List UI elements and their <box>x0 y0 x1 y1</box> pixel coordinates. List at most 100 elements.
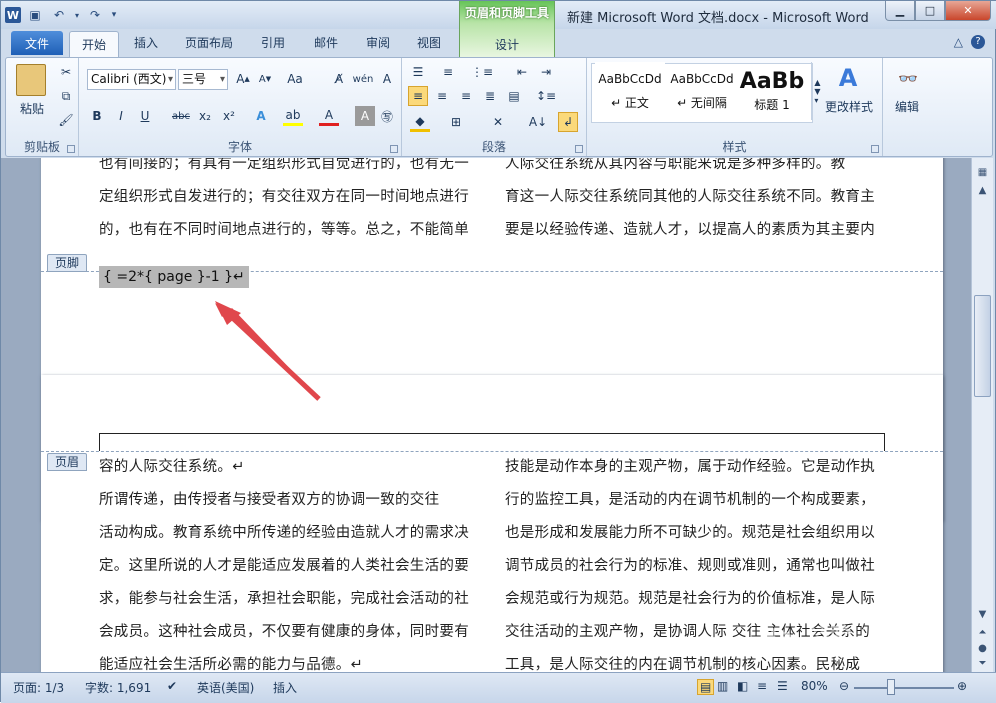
align-center-icon[interactable]: ≡ <box>432 86 452 106</box>
status-language[interactable]: 英语(美国) <box>197 679 254 696</box>
status-words[interactable]: 字数: 1,691 <box>85 679 151 696</box>
full-screen-reading-icon[interactable]: ▥ <box>717 679 728 693</box>
proofing-icon[interactable]: ✔ <box>167 679 177 693</box>
underline-icon[interactable]: U <box>135 106 155 126</box>
cut-icon[interactable]: ✂ <box>56 62 76 82</box>
close-button[interactable]: ✕ <box>945 1 991 21</box>
zoom-out-icon[interactable]: ⊖ <box>839 679 849 693</box>
undo-icon[interactable]: ↶ <box>49 6 69 24</box>
zoom-slider-thumb[interactable] <box>887 679 895 695</box>
font-size-combo[interactable]: 三号 <box>178 69 228 90</box>
vertical-scrollbar[interactable]: ▦ ▲ ▼ ⏶ ● ⏷ <box>971 158 993 672</box>
format-painter-icon[interactable]: 🖌 <box>56 110 76 130</box>
subscript-icon[interactable]: x₂ <box>195 106 215 126</box>
clear-formatting-icon[interactable]: A̸ <box>329 69 349 89</box>
undo-dropdown-icon[interactable]: ▾ <box>73 6 81 24</box>
copy-icon[interactable]: ⧉ <box>56 86 76 106</box>
style-normal[interactable]: AaBbCcDd ↵ 正文 <box>595 62 665 120</box>
tab-insert[interactable]: 插入 <box>134 34 158 51</box>
scroll-thumb[interactable] <box>974 295 991 397</box>
paste-icon[interactable] <box>16 64 46 96</box>
previous-page-icon[interactable]: ⏶ <box>974 624 991 641</box>
document-area[interactable]: 也有间接的；有具有一定组织形式自觉进行的，也有无一 定组织形式自发进行的；有交往… <box>1 158 971 672</box>
save-icon[interactable]: ▣ <box>25 6 45 24</box>
chinese-layout-icon[interactable]: ✕ <box>488 112 508 132</box>
grow-font-icon[interactable]: A ▲ <box>233 69 253 89</box>
justify-icon[interactable]: ≣ <box>480 86 500 106</box>
numbering-icon[interactable]: ≡ <box>438 62 458 82</box>
tab-layout[interactable]: 页面布局 <box>185 34 233 51</box>
change-styles-icon[interactable]: A <box>833 64 863 92</box>
increase-indent-icon[interactable]: ⇥ <box>536 62 556 82</box>
tab-review[interactable]: 审阅 <box>366 34 390 51</box>
draft-icon[interactable]: ☰ <box>777 679 788 693</box>
web-layout-icon[interactable]: ◧ <box>737 679 748 693</box>
word-window: W ▣ ↶ ▾ ↷ ▾ 页眉和页脚工具 新建 Microsoft Word 文档… <box>0 0 996 703</box>
customize-qat-icon[interactable]: ▾ <box>109 6 119 24</box>
styles-launcher-icon[interactable] <box>871 145 879 153</box>
align-left-icon[interactable]: ≡ <box>408 86 428 106</box>
multilevel-list-icon[interactable]: ⋮≡ <box>471 62 493 82</box>
tab-view[interactable]: 视图 <box>417 34 441 51</box>
borders-icon[interactable]: ⊞ <box>446 112 466 132</box>
tab-mailings[interactable]: 邮件 <box>314 34 338 51</box>
highlight-icon[interactable]: ab <box>283 106 303 126</box>
ruler-toggle-icon[interactable]: ▦ <box>974 164 991 181</box>
sort-icon[interactable]: A↓ <box>528 112 548 132</box>
binoculars-icon[interactable]: 👓 <box>893 64 923 92</box>
footer-tab[interactable]: 页脚 <box>47 254 87 272</box>
shrink-font-icon[interactable]: A ▼ <box>255 69 275 89</box>
tab-design[interactable]: 设计 <box>495 36 519 53</box>
scroll-up-icon[interactable]: ▲ <box>974 182 991 199</box>
word-app-icon[interactable]: W <box>5 7 21 23</box>
paste-button-label[interactable]: 粘贴 <box>20 100 44 117</box>
strikethrough-icon[interactable]: abc <box>171 106 191 126</box>
style-heading-1[interactable]: AaBb 标题 1 <box>737 62 807 120</box>
tab-references[interactable]: 引用 <box>261 34 285 51</box>
status-mode[interactable]: 插入 <box>273 679 297 696</box>
minimize-button[interactable]: ▁ <box>885 1 915 21</box>
bold-icon[interactable]: B <box>87 106 107 126</box>
scroll-down-icon[interactable]: ▼ <box>974 606 991 623</box>
character-border-icon[interactable]: A <box>377 69 397 89</box>
font-name-combo[interactable]: Calibri (西文) <box>87 69 176 90</box>
change-styles-label[interactable]: 更改样式 <box>825 98 873 115</box>
body-text-line: 定。这里所说的人才是能适应发展着的人类社会生活的要 <box>99 558 469 574</box>
distributed-icon[interactable]: ▤ <box>504 86 524 106</box>
show-marks-icon[interactable]: ↲ <box>558 112 578 132</box>
redo-icon[interactable]: ↷ <box>85 6 105 24</box>
help-icon[interactable]: ? <box>971 35 985 49</box>
minimize-ribbon-icon[interactable]: △ <box>954 35 963 49</box>
shading-icon[interactable]: ◆ <box>410 112 430 132</box>
align-right-icon[interactable]: ≡ <box>456 86 476 106</box>
tab-file[interactable]: 文件 <box>11 31 63 55</box>
editing-label[interactable]: 编辑 <box>895 98 919 115</box>
zoom-in-icon[interactable]: ⊕ <box>957 679 967 693</box>
line-spacing-icon[interactable]: ↕≡ <box>536 86 556 106</box>
status-page[interactable]: 页面: 1/3 <box>13 679 64 696</box>
next-page-icon[interactable]: ⏷ <box>974 655 991 672</box>
zoom-slider[interactable] <box>854 687 954 689</box>
text-effects-icon[interactable]: A <box>251 106 271 126</box>
header-tab[interactable]: 页眉 <box>47 453 87 471</box>
zoom-level[interactable]: 80% <box>801 679 828 693</box>
style-no-spacing[interactable]: AaBbCcDd ↵ 无间隔 <box>667 62 737 120</box>
superscript-icon[interactable]: x² <box>219 106 239 126</box>
font-color-icon[interactable]: A <box>319 106 339 126</box>
tab-home[interactable]: 开始 <box>69 31 119 57</box>
decrease-indent-icon[interactable]: ⇤ <box>512 62 532 82</box>
maximize-button[interactable]: □ <box>915 1 945 21</box>
italic-icon[interactable]: I <box>111 106 131 126</box>
styles-scroll-icon[interactable]: ▲ ▼ ▾ <box>811 62 823 120</box>
phonetic-guide-icon[interactable]: wén <box>353 69 374 89</box>
character-shading-icon[interactable]: A <box>355 106 375 126</box>
enclose-characters-icon[interactable]: ㊢ <box>377 106 397 126</box>
bullets-icon[interactable]: ☰ <box>408 62 428 82</box>
outline-icon[interactable]: ≡ <box>757 679 767 693</box>
paragraph-launcher-icon[interactable] <box>575 145 583 153</box>
print-layout-icon[interactable]: ▤ <box>697 679 715 695</box>
footer-field-code[interactable]: { =2*{ page }-1 }↵ <box>99 266 249 288</box>
clipboard-launcher-icon[interactable] <box>67 145 75 153</box>
font-launcher-icon[interactable] <box>390 145 398 153</box>
change-case-icon[interactable]: Aa <box>285 69 305 89</box>
